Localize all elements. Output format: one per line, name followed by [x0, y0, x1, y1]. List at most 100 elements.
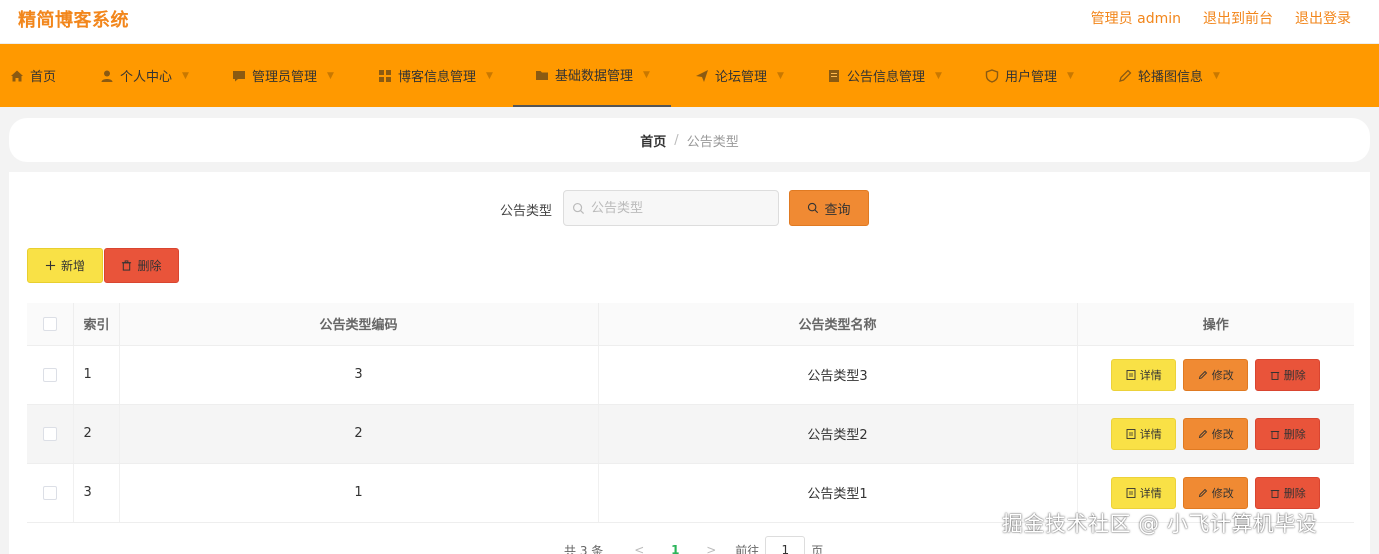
- column-header-name: 公告类型名称: [598, 303, 1078, 346]
- chevron-down-icon: ▼: [1067, 70, 1074, 81]
- prev-page-button[interactable]: <: [621, 543, 657, 554]
- row-checkbox[interactable]: [42, 485, 57, 500]
- trash-icon: [1270, 430, 1279, 439]
- app-title: 精简博客系统: [18, 10, 129, 31]
- shield-icon: [985, 68, 999, 83]
- header-links: 管理员 admin 退出到前台 退出登录: [1091, 8, 1351, 28]
- row-code: 2: [119, 404, 599, 464]
- bulk-delete-button[interactable]: 删除: [104, 248, 179, 283]
- search-icon: [572, 202, 585, 215]
- search-input[interactable]: [591, 200, 761, 216]
- delete-button-label: 删除: [1283, 486, 1306, 500]
- document-icon: [827, 69, 841, 83]
- row-select-cell: [27, 463, 74, 523]
- edit-icon: [1198, 429, 1207, 438]
- column-header-index: 索引: [73, 303, 120, 346]
- query-button[interactable]: 查询: [789, 190, 869, 226]
- nav-label-blog-management: 博客信息管理: [398, 70, 477, 85]
- detail-button[interactable]: 详情: [1111, 417, 1177, 450]
- column-header-code: 公告类型编码: [119, 303, 599, 346]
- top-header: 精简博客系统 管理员 admin 退出到前台 退出登录: [0, 0, 1379, 44]
- nav-label-notice-management: 公告信息管理: [847, 70, 926, 85]
- nav-item-carousel-info[interactable]: 轮播图信息 ▼: [1118, 44, 1220, 107]
- edit-button-label: 修改: [1211, 368, 1234, 382]
- nav-item-blog-management[interactable]: 博客信息管理 ▼: [378, 44, 493, 107]
- breadcrumb-home[interactable]: 首页: [640, 131, 666, 150]
- nav-item-basic-data-management[interactable]: 基础数据管理 ▼: [513, 44, 671, 107]
- current-user-link[interactable]: 管理员 admin: [1091, 8, 1181, 28]
- user-icon: [100, 69, 114, 83]
- select-all-checkbox[interactable]: [42, 316, 57, 331]
- current-page-number[interactable]: 1: [657, 543, 693, 554]
- edit-icon: [1198, 488, 1207, 497]
- next-page-button[interactable]: >: [693, 543, 729, 554]
- chevron-down-icon: ▼: [643, 69, 650, 80]
- edit-button[interactable]: 修改: [1183, 358, 1249, 391]
- nav-label-home: 首页: [30, 70, 57, 85]
- chevron-down-icon: ▼: [1213, 70, 1220, 81]
- row-name: 公告类型3: [598, 345, 1078, 405]
- chat-icon: [232, 69, 246, 83]
- row-actions: 详情 修改 删除: [1077, 345, 1354, 405]
- nav-item-personal-center[interactable]: 个人中心 ▼: [100, 44, 189, 107]
- watermark: 掘金技术社区 @ 小飞计算机毕设: [1002, 512, 1318, 536]
- nav-item-notice-management[interactable]: 公告信息管理 ▼: [827, 44, 942, 107]
- row-actions: 详情 修改 删除: [1077, 404, 1354, 464]
- table-row: 1 3 公告类型3 详情 修改 删除: [27, 345, 1354, 405]
- chevron-down-icon: ▼: [777, 70, 784, 81]
- breadcrumb-current: 公告类型: [686, 134, 739, 150]
- row-checkbox[interactable]: [42, 367, 57, 382]
- send-icon: [695, 69, 709, 83]
- edit-button[interactable]: 修改: [1183, 417, 1249, 450]
- nav-item-user-management[interactable]: 用户管理 ▼: [985, 44, 1074, 107]
- row-checkbox[interactable]: [42, 426, 57, 441]
- nav-item-home[interactable]: 首页: [10, 44, 56, 107]
- chevron-down-icon: ▼: [327, 70, 334, 81]
- search-label: 公告类型: [500, 204, 553, 219]
- document-icon: [1126, 487, 1136, 498]
- row-index: 1: [73, 345, 120, 405]
- trash-icon: [1270, 489, 1279, 498]
- delete-button[interactable]: 删除: [1255, 417, 1321, 450]
- detail-button[interactable]: 详情: [1111, 476, 1177, 509]
- exit-to-frontend-link[interactable]: 退出到前台: [1203, 8, 1273, 28]
- detail-button[interactable]: 详情: [1111, 358, 1177, 391]
- chevron-down-icon: ▼: [182, 70, 189, 81]
- add-button[interactable]: 新增: [27, 248, 103, 283]
- nav-label-personal-center: 个人中心: [120, 70, 173, 85]
- query-button-label: 查询: [824, 202, 851, 218]
- logout-link[interactable]: 退出登录: [1295, 8, 1351, 28]
- edit-icon: [1198, 370, 1207, 379]
- breadcrumb: 首页 / 公告类型: [9, 118, 1370, 162]
- search-field[interactable]: [563, 190, 779, 226]
- goto-page-input[interactable]: 1: [765, 536, 806, 554]
- page-suffix: 页: [811, 543, 824, 554]
- add-button-label: 新增: [60, 259, 85, 273]
- row-index: 2: [73, 404, 120, 464]
- edit-icon: [1118, 69, 1132, 83]
- content-panel: 公告类型 查询 新增 删除 索引 公告类型编码 公告类型名称 操作: [9, 172, 1370, 554]
- select-all-cell: [27, 303, 74, 346]
- goto-label: 前往: [735, 543, 760, 554]
- edit-button[interactable]: 修改: [1183, 476, 1249, 509]
- row-code: 1: [119, 463, 599, 523]
- document-icon: [1126, 369, 1136, 380]
- delete-button[interactable]: 删除: [1255, 358, 1321, 391]
- detail-button-label: 详情: [1139, 486, 1162, 500]
- bulk-delete-button-label: 删除: [137, 259, 162, 273]
- trash-icon: [1270, 371, 1279, 380]
- nav-label-basic-data-management: 基础数据管理: [555, 69, 634, 84]
- chevron-down-icon: ▼: [935, 70, 942, 81]
- detail-button-label: 详情: [1139, 427, 1162, 441]
- row-select-cell: [27, 404, 74, 464]
- row-name: 公告类型2: [598, 404, 1078, 464]
- document-icon: [1126, 428, 1136, 439]
- nav-label-carousel-info: 轮播图信息: [1138, 70, 1204, 85]
- delete-button-label: 删除: [1283, 368, 1306, 382]
- trash-icon: [122, 260, 132, 271]
- nav-item-forum-management[interactable]: 论坛管理 ▼: [695, 44, 784, 107]
- plus-icon: [45, 260, 56, 271]
- nav-item-admin-management[interactable]: 管理员管理 ▼: [232, 44, 334, 107]
- delete-button[interactable]: 删除: [1255, 476, 1321, 509]
- column-header-actions: 操作: [1077, 303, 1354, 346]
